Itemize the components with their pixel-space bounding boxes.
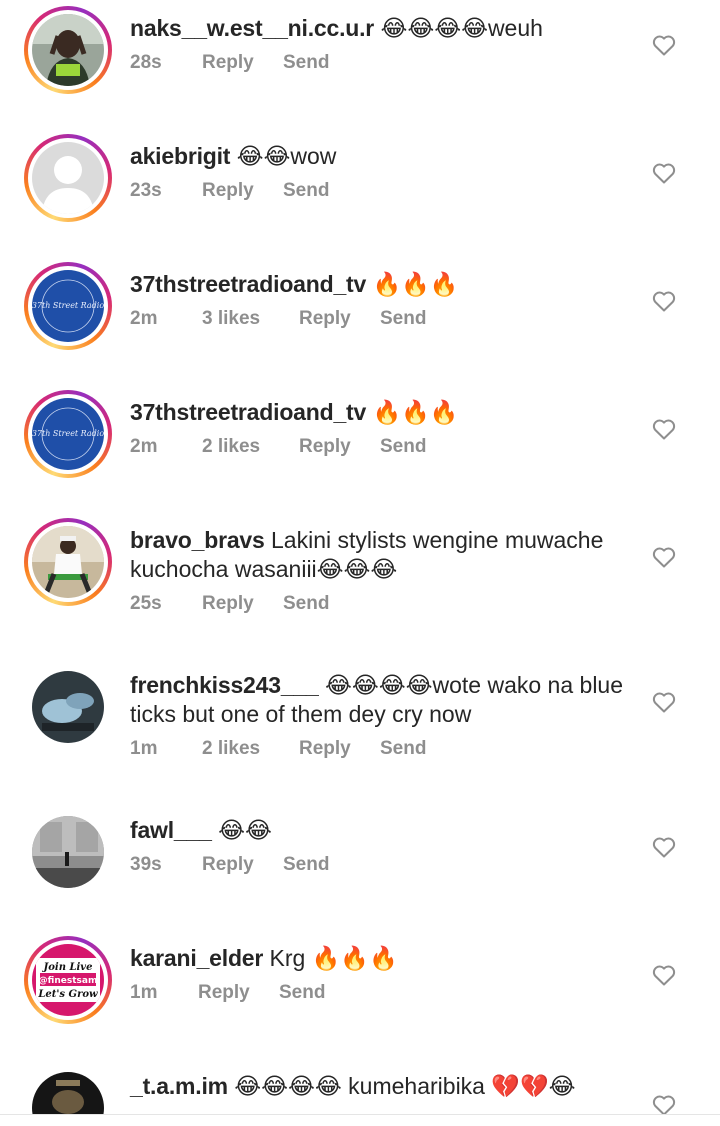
comment-content: 37thstreetradioand_tv 🔥🔥🔥 2m 3 likes Rep… bbox=[130, 270, 630, 330]
comment-meta: 39s Reply Send bbox=[130, 854, 630, 876]
comment-text: 😂😂wow bbox=[236, 143, 337, 169]
comment-time: 1m bbox=[130, 982, 158, 1003]
comment-username[interactable]: 37thstreetradioand_tv bbox=[130, 271, 366, 297]
comment-meta: 28s Reply Send bbox=[130, 52, 630, 74]
comment-text: Krg 🔥🔥🔥 bbox=[269, 945, 398, 971]
comment-username[interactable]: karani_elder bbox=[130, 945, 263, 971]
avatar[interactable] bbox=[32, 816, 104, 888]
join-live-line3: Let's Grow bbox=[37, 989, 98, 1000]
join-live-line1: Join Live bbox=[42, 962, 93, 973]
comment-username[interactable]: naks__w.est__ni.cc.u.r bbox=[130, 15, 374, 41]
comment-time: 23s bbox=[130, 180, 162, 201]
avatar-join-live[interactable]: Join Live @finestsam Let's Grow bbox=[32, 944, 104, 1016]
comment-content: naks__w.est__ni.cc.u.r 😂😂😂😂weuh 28s Repl… bbox=[130, 14, 630, 74]
send-button[interactable]: Send bbox=[380, 308, 426, 330]
comment-content: akiebrigit 😂😂wow 23s Reply Send bbox=[130, 142, 630, 202]
comment-time: 25s bbox=[130, 593, 162, 614]
send-button[interactable]: Send bbox=[380, 738, 426, 760]
comment-username[interactable]: frenchkiss243___ bbox=[130, 672, 319, 698]
comment-content: bravo_bravs Lakini stylists wengine muwa… bbox=[130, 526, 630, 615]
send-button[interactable]: Send bbox=[279, 982, 325, 1004]
reply-button[interactable]: Reply bbox=[299, 308, 380, 330]
avatar-37th-logo[interactable]: 37th Street Radio bbox=[32, 270, 104, 342]
logo-37th-text: 37th Street Radio bbox=[32, 429, 104, 438]
heart-outline-icon[interactable] bbox=[652, 836, 676, 858]
reply-button[interactable]: Reply bbox=[198, 982, 279, 1004]
comment-content: 37thstreetradioand_tv 🔥🔥🔥 2m 2 likes Rep… bbox=[130, 398, 630, 458]
likes-count[interactable]: 2 likes bbox=[202, 738, 299, 760]
avatar-wrapper[interactable] bbox=[24, 663, 112, 751]
send-button[interactable]: Send bbox=[283, 52, 329, 74]
comment-time: 28s bbox=[130, 52, 162, 73]
comment-meta: 25s Reply Send bbox=[130, 593, 630, 615]
comment-meta: 2m 2 likes Reply Send bbox=[130, 436, 630, 458]
comment-meta: 2m 3 likes Reply Send bbox=[130, 308, 630, 330]
comment-username[interactable]: akiebrigit bbox=[130, 143, 230, 169]
comment-meta: 1m 2 likes Reply Send bbox=[130, 738, 630, 760]
comment-text: 😂😂 bbox=[218, 817, 272, 843]
comment-row: _t.a.m.im 😂😂😂😂 kumeharibika 💔💔😂 bbox=[0, 1064, 720, 1114]
comment-text: 🔥🔥🔥 bbox=[372, 399, 459, 425]
reply-button[interactable]: Reply bbox=[299, 738, 380, 760]
reply-button[interactable]: Reply bbox=[202, 854, 283, 876]
avatar-37th-logo[interactable]: 37th Street Radio bbox=[32, 398, 104, 470]
avatar-story-ring[interactable]: 37th Street Radio bbox=[24, 390, 112, 478]
avatar[interactable] bbox=[32, 14, 104, 86]
reply-button[interactable]: Reply bbox=[202, 52, 283, 74]
avatar-story-ring[interactable]: Join Live @finestsam Let's Grow bbox=[24, 936, 112, 1024]
avatar-story-ring[interactable] bbox=[24, 134, 112, 222]
comment-content: karani_elder Krg 🔥🔥🔥 1m Reply Send bbox=[130, 944, 630, 1004]
comment-time: 39s bbox=[130, 854, 162, 875]
heart-outline-icon[interactable] bbox=[652, 1094, 676, 1114]
likes-count[interactable]: 3 likes bbox=[202, 308, 299, 330]
avatar[interactable] bbox=[32, 1072, 104, 1114]
comment-username[interactable]: _t.a.m.im bbox=[130, 1073, 228, 1099]
comment-time: 2m bbox=[130, 308, 158, 329]
send-button[interactable]: Send bbox=[283, 180, 329, 202]
comment-meta: 23s Reply Send bbox=[130, 180, 630, 202]
heart-outline-icon[interactable] bbox=[652, 162, 676, 184]
heart-outline-icon[interactable] bbox=[652, 546, 676, 568]
avatar[interactable] bbox=[32, 526, 104, 598]
comment-text: 🔥🔥🔥 bbox=[372, 271, 459, 297]
reply-button[interactable]: Reply bbox=[202, 593, 283, 615]
avatar-placeholder[interactable] bbox=[32, 142, 104, 214]
reply-button[interactable]: Reply bbox=[202, 180, 283, 202]
send-button[interactable]: Send bbox=[380, 436, 426, 458]
heart-outline-icon[interactable] bbox=[652, 964, 676, 986]
comment-time: 1m bbox=[130, 738, 158, 759]
likes-count[interactable]: 2 likes bbox=[202, 436, 299, 458]
comment-username[interactable]: 37thstreetradioand_tv bbox=[130, 399, 366, 425]
heart-outline-icon[interactable] bbox=[652, 691, 676, 713]
avatar-wrapper[interactable] bbox=[24, 808, 112, 896]
avatar-story-ring[interactable]: 37th Street Radio bbox=[24, 262, 112, 350]
heart-outline-icon[interactable] bbox=[652, 290, 676, 312]
send-button[interactable]: Send bbox=[283, 593, 329, 615]
comment-time: 2m bbox=[130, 436, 158, 457]
avatar-wrapper[interactable] bbox=[24, 1064, 112, 1114]
comment-meta: 1m Reply Send bbox=[130, 982, 630, 1004]
comment-text: 😂😂😂😂 kumeharibika 💔💔😂 bbox=[234, 1073, 576, 1099]
avatar-story-ring[interactable] bbox=[24, 518, 112, 606]
heart-outline-icon[interactable] bbox=[652, 34, 676, 56]
comments-list: naks__w.est__ni.cc.u.r 😂😂😂😂weuh 28s Repl… bbox=[0, 0, 720, 1126]
heart-outline-icon[interactable] bbox=[652, 418, 676, 440]
bottom-divider bbox=[0, 1114, 720, 1115]
comment-content: fawl___ 😂😂 39s Reply Send bbox=[130, 816, 630, 876]
comment-text: 😂😂😂😂weuh bbox=[380, 15, 543, 41]
avatar[interactable] bbox=[32, 671, 104, 743]
comment-content: frenchkiss243___ 😂😂😂😂wote wako na blue t… bbox=[130, 671, 630, 760]
join-live-line2: @finestsam bbox=[39, 976, 98, 986]
avatar-story-ring[interactable] bbox=[24, 6, 112, 94]
send-button[interactable]: Send bbox=[283, 854, 329, 876]
comment-username[interactable]: bravo_bravs bbox=[130, 527, 265, 553]
logo-37th-text: 37th Street Radio bbox=[32, 301, 104, 310]
comment-username[interactable]: fawl___ bbox=[130, 817, 212, 843]
reply-button[interactable]: Reply bbox=[299, 436, 380, 458]
comment-content: _t.a.m.im 😂😂😂😂 kumeharibika 💔💔😂 bbox=[130, 1072, 630, 1101]
